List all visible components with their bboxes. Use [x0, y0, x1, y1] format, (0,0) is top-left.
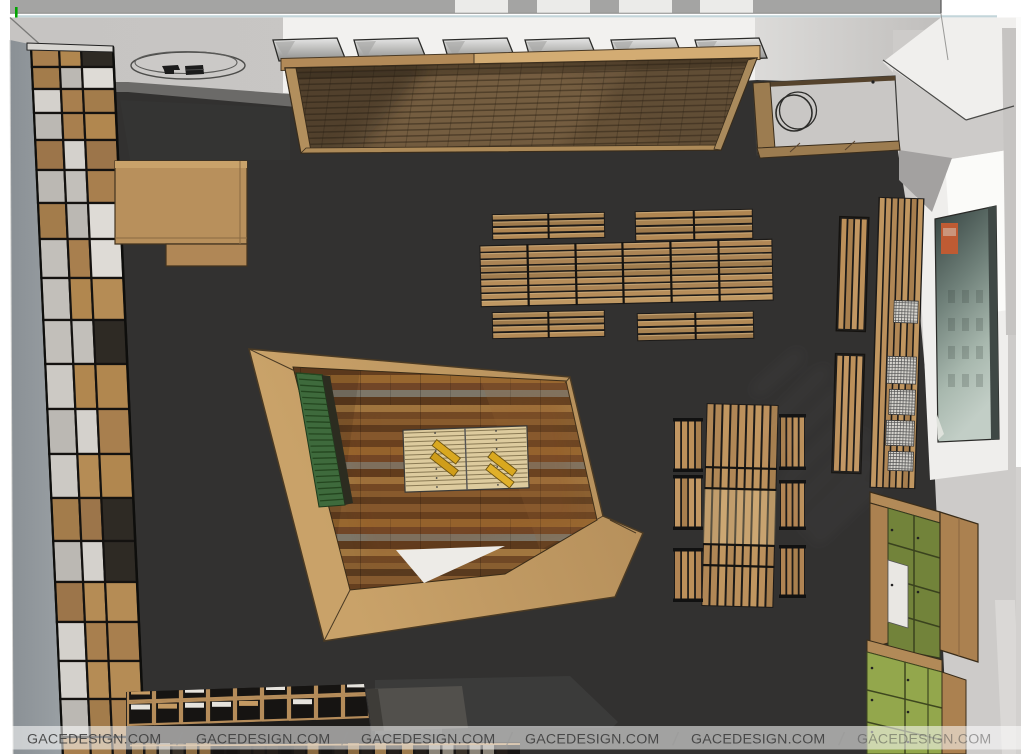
svg-text:GACEDESIGN.COM: GACEDESIGN.COM	[525, 732, 659, 748]
svg-text:GACEDESIGN.COM: GACEDESIGN.COM	[857, 732, 991, 748]
svg-text:GACEDESIGN.COM: GACEDESIGN.COM	[361, 732, 495, 748]
svg-text:GACEDESIGN.COM: GACEDESIGN.COM	[196, 732, 330, 748]
svg-text:GACEDESIGN.COM: GACEDESIGN.COM	[691, 732, 825, 748]
svg-text:GACEDESIGN.COM: GACEDESIGN.COM	[27, 732, 161, 748]
